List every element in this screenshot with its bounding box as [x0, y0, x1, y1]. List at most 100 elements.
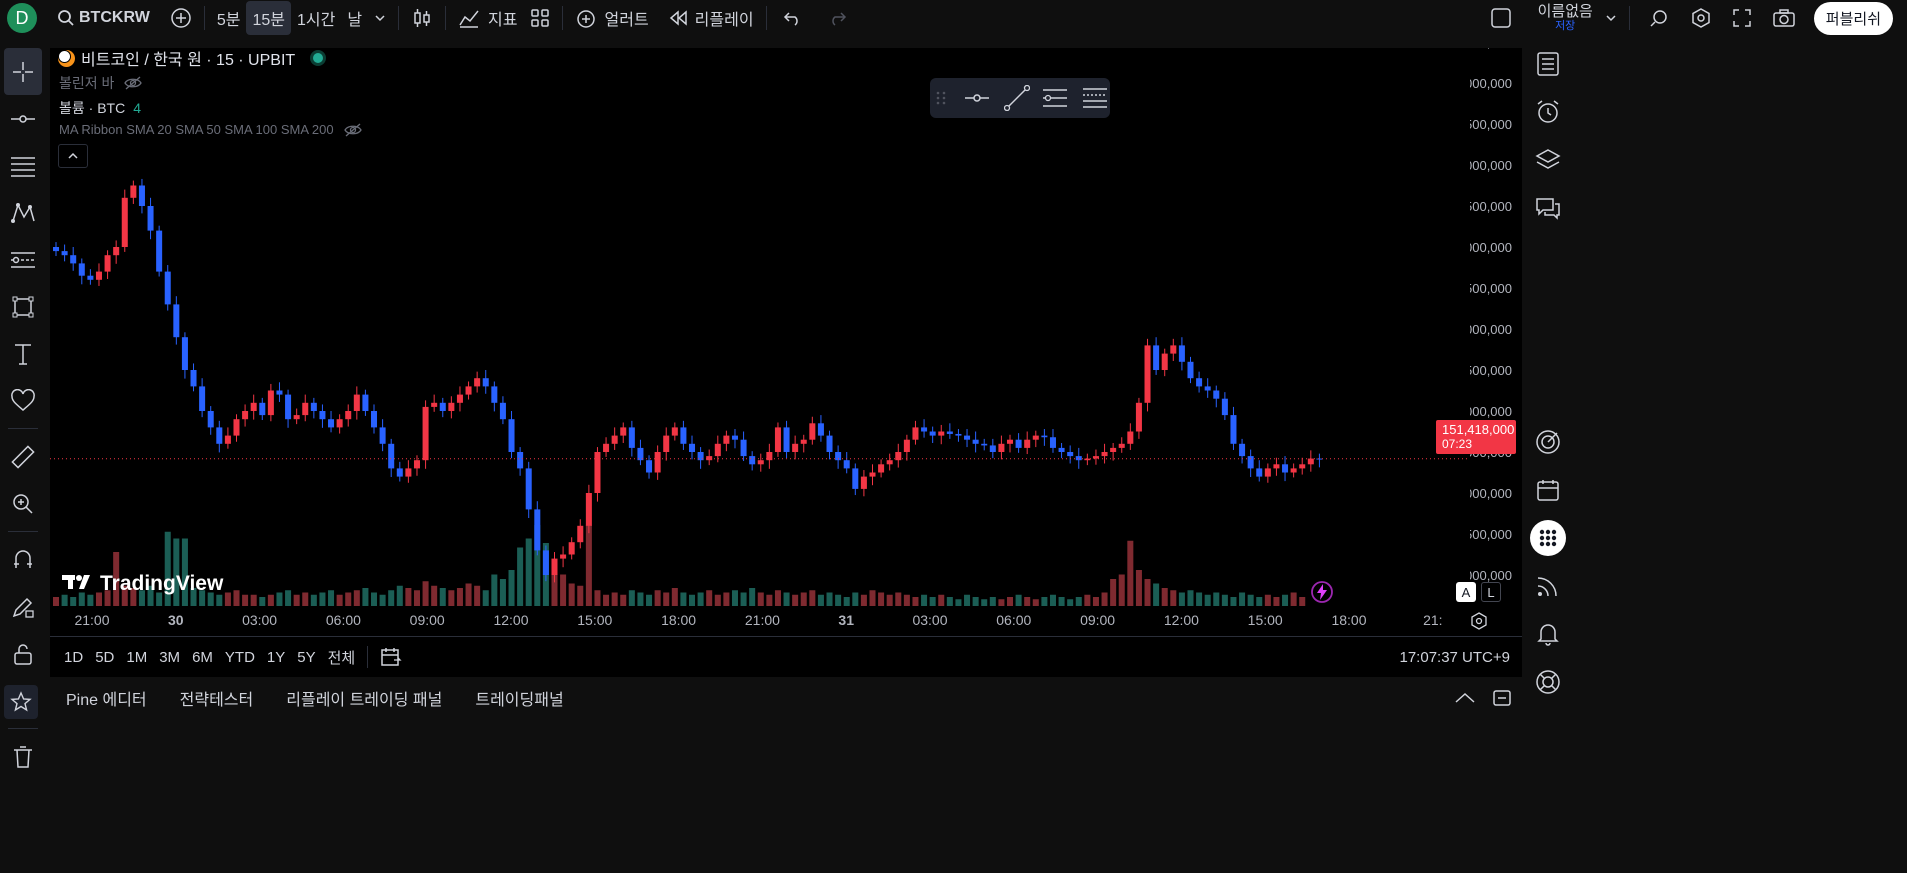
- fib-retracement-icon[interactable]: [1042, 87, 1068, 109]
- tab-trading-panel[interactable]: 트레이딩패널: [475, 686, 563, 710]
- eye-off-icon[interactable]: [124, 76, 143, 90]
- hotlists-button[interactable]: [1524, 418, 1572, 466]
- volume-bar: [319, 592, 326, 606]
- tab-strategy-tester[interactable]: 전략테스터: [180, 686, 254, 710]
- eye-off-icon[interactable]: [343, 123, 362, 137]
- crosshair-tool[interactable]: [4, 48, 42, 95]
- shape-tool[interactable]: [0, 283, 46, 330]
- interval-dropdown[interactable]: [368, 0, 392, 36]
- price-axis[interactable]: 149,500,000150,000,000150,500,000151,000…: [1470, 48, 1522, 606]
- candle-body: [1239, 443, 1246, 457]
- layout-name[interactable]: 이름없음 저장: [1532, 0, 1599, 36]
- interval-1d[interactable]: 날: [341, 0, 368, 36]
- favorites-tool[interactable]: [0, 377, 46, 424]
- layout-templates-button[interactable]: [524, 0, 556, 36]
- volume-bar: [491, 574, 498, 606]
- alerts-button[interactable]: [1524, 88, 1572, 136]
- calendar-button[interactable]: [1524, 466, 1572, 514]
- symbol-search[interactable]: BTCKRW: [51, 0, 156, 36]
- tab-replay-trading[interactable]: 리플레이 트레이딩 패널: [286, 686, 442, 710]
- range-1y[interactable]: 1Y: [267, 649, 285, 666]
- horizontal-line-icon[interactable]: [964, 93, 990, 103]
- help-button[interactable]: [1524, 658, 1572, 706]
- zoom-tool[interactable]: [0, 480, 46, 527]
- lock-drawings-tool[interactable]: [0, 630, 46, 677]
- range-1m[interactable]: 1M: [126, 649, 147, 666]
- chart-type-button[interactable]: [405, 0, 439, 36]
- notifications-button[interactable]: [1524, 610, 1572, 658]
- auto-scale-button[interactable]: A: [1456, 582, 1476, 602]
- candle-body: [113, 247, 120, 256]
- pattern-tool[interactable]: [0, 189, 46, 236]
- speed-badge[interactable]: [1310, 580, 1334, 604]
- stay-drawing-tool[interactable]: [0, 583, 46, 630]
- compare-button[interactable]: [164, 0, 198, 36]
- remove-drawings-tool[interactable]: [0, 733, 46, 780]
- bollinger-legend[interactable]: 볼린저 바: [59, 73, 143, 93]
- alert-button[interactable]: 얼러트: [569, 0, 655, 36]
- measure-tool[interactable]: [0, 433, 46, 480]
- text-tool[interactable]: [0, 330, 46, 377]
- interval-15m[interactable]: 15분: [246, 1, 291, 35]
- log-scale-button[interactable]: L: [1481, 582, 1501, 602]
- products-button[interactable]: [1524, 514, 1572, 562]
- settings-button[interactable]: [1684, 0, 1718, 36]
- watchlist-button[interactable]: [1524, 40, 1572, 88]
- fullscreen-button[interactable]: [1726, 0, 1758, 36]
- indicators-button[interactable]: 지표: [452, 0, 523, 36]
- chats-button[interactable]: [1524, 184, 1572, 232]
- undo-button[interactable]: [777, 0, 809, 36]
- interval-5m[interactable]: 5분: [211, 0, 247, 36]
- tab-pine-editor[interactable]: Pine 에디터: [66, 686, 147, 710]
- timezone-clock[interactable]: 17:07:37 UTC+9: [1400, 649, 1511, 666]
- layout-dropdown[interactable]: [1599, 0, 1623, 36]
- magnet-tool[interactable]: [0, 536, 46, 583]
- user-avatar[interactable]: D: [7, 3, 37, 33]
- forecast-tool[interactable]: [0, 236, 46, 283]
- candle-body: [285, 394, 292, 420]
- watchlist-star-button[interactable]: [4, 685, 38, 719]
- quick-search-button[interactable]: [1642, 0, 1676, 36]
- range-all[interactable]: 전체: [328, 647, 356, 668]
- volume-bar: [1041, 597, 1048, 606]
- gear-icon: [1690, 7, 1712, 29]
- range-6m[interactable]: 6M: [192, 649, 213, 666]
- range-ytd[interactable]: YTD: [225, 649, 255, 666]
- line-tool[interactable]: [0, 95, 46, 142]
- price-tick-label: 152,000,000: [1470, 404, 1512, 419]
- time-axis[interactable]: 21:00 30 03:00 06:00 09:00 12:00 15:00 18:00 21:…: [50, 606, 1522, 636]
- maximize-panel-icon[interactable]: [1492, 689, 1512, 707]
- pitchfork-icon[interactable]: [1082, 87, 1108, 109]
- range-1d[interactable]: 1D: [64, 649, 83, 666]
- interval-1h[interactable]: 1시간: [291, 0, 341, 36]
- symbol-legend[interactable]: 비트코인 / 한국 원 · 15 · UPBIT: [58, 46, 324, 70]
- snapshot-button[interactable]: [1766, 0, 1802, 36]
- range-5y[interactable]: 5Y: [297, 649, 315, 666]
- volume-bar: [310, 594, 317, 606]
- object-tree-button[interactable]: [1524, 136, 1572, 184]
- volume-bar: [250, 594, 257, 606]
- trend-line-icon[interactable]: [1004, 85, 1030, 111]
- layout-select-checkbox[interactable]: [1484, 0, 1518, 36]
- volume-legend[interactable]: 볼륨 · BTC 4: [59, 98, 141, 118]
- tradingview-wordmark: TradingView: [100, 572, 224, 595]
- redo-button[interactable]: [821, 0, 853, 36]
- goto-date-icon[interactable]: [380, 646, 402, 668]
- range-5d[interactable]: 5D: [95, 649, 114, 666]
- ma-ribbon-legend[interactable]: MA Ribbon SMA 20 SMA 50 SMA 100 SMA 200: [59, 122, 362, 137]
- time-tick-label: 09:00: [410, 612, 445, 628]
- fib-tool[interactable]: [0, 142, 46, 189]
- streams-button[interactable]: [1524, 562, 1572, 610]
- range-3m[interactable]: 3M: [159, 649, 180, 666]
- drag-handle-icon[interactable]: [936, 90, 946, 106]
- candle-body: [448, 402, 455, 411]
- axis-settings-icon[interactable]: [1470, 612, 1488, 630]
- replay-button[interactable]: 리플레이: [663, 0, 760, 36]
- chevron-up-icon[interactable]: [1454, 691, 1476, 705]
- collapse-legend-button[interactable]: [58, 144, 88, 168]
- candle-body: [465, 386, 472, 395]
- time-tick-label: 21:00: [745, 612, 780, 628]
- crosshair-icon: [11, 60, 35, 84]
- publish-button[interactable]: 퍼블리쉬: [1808, 0, 1899, 36]
